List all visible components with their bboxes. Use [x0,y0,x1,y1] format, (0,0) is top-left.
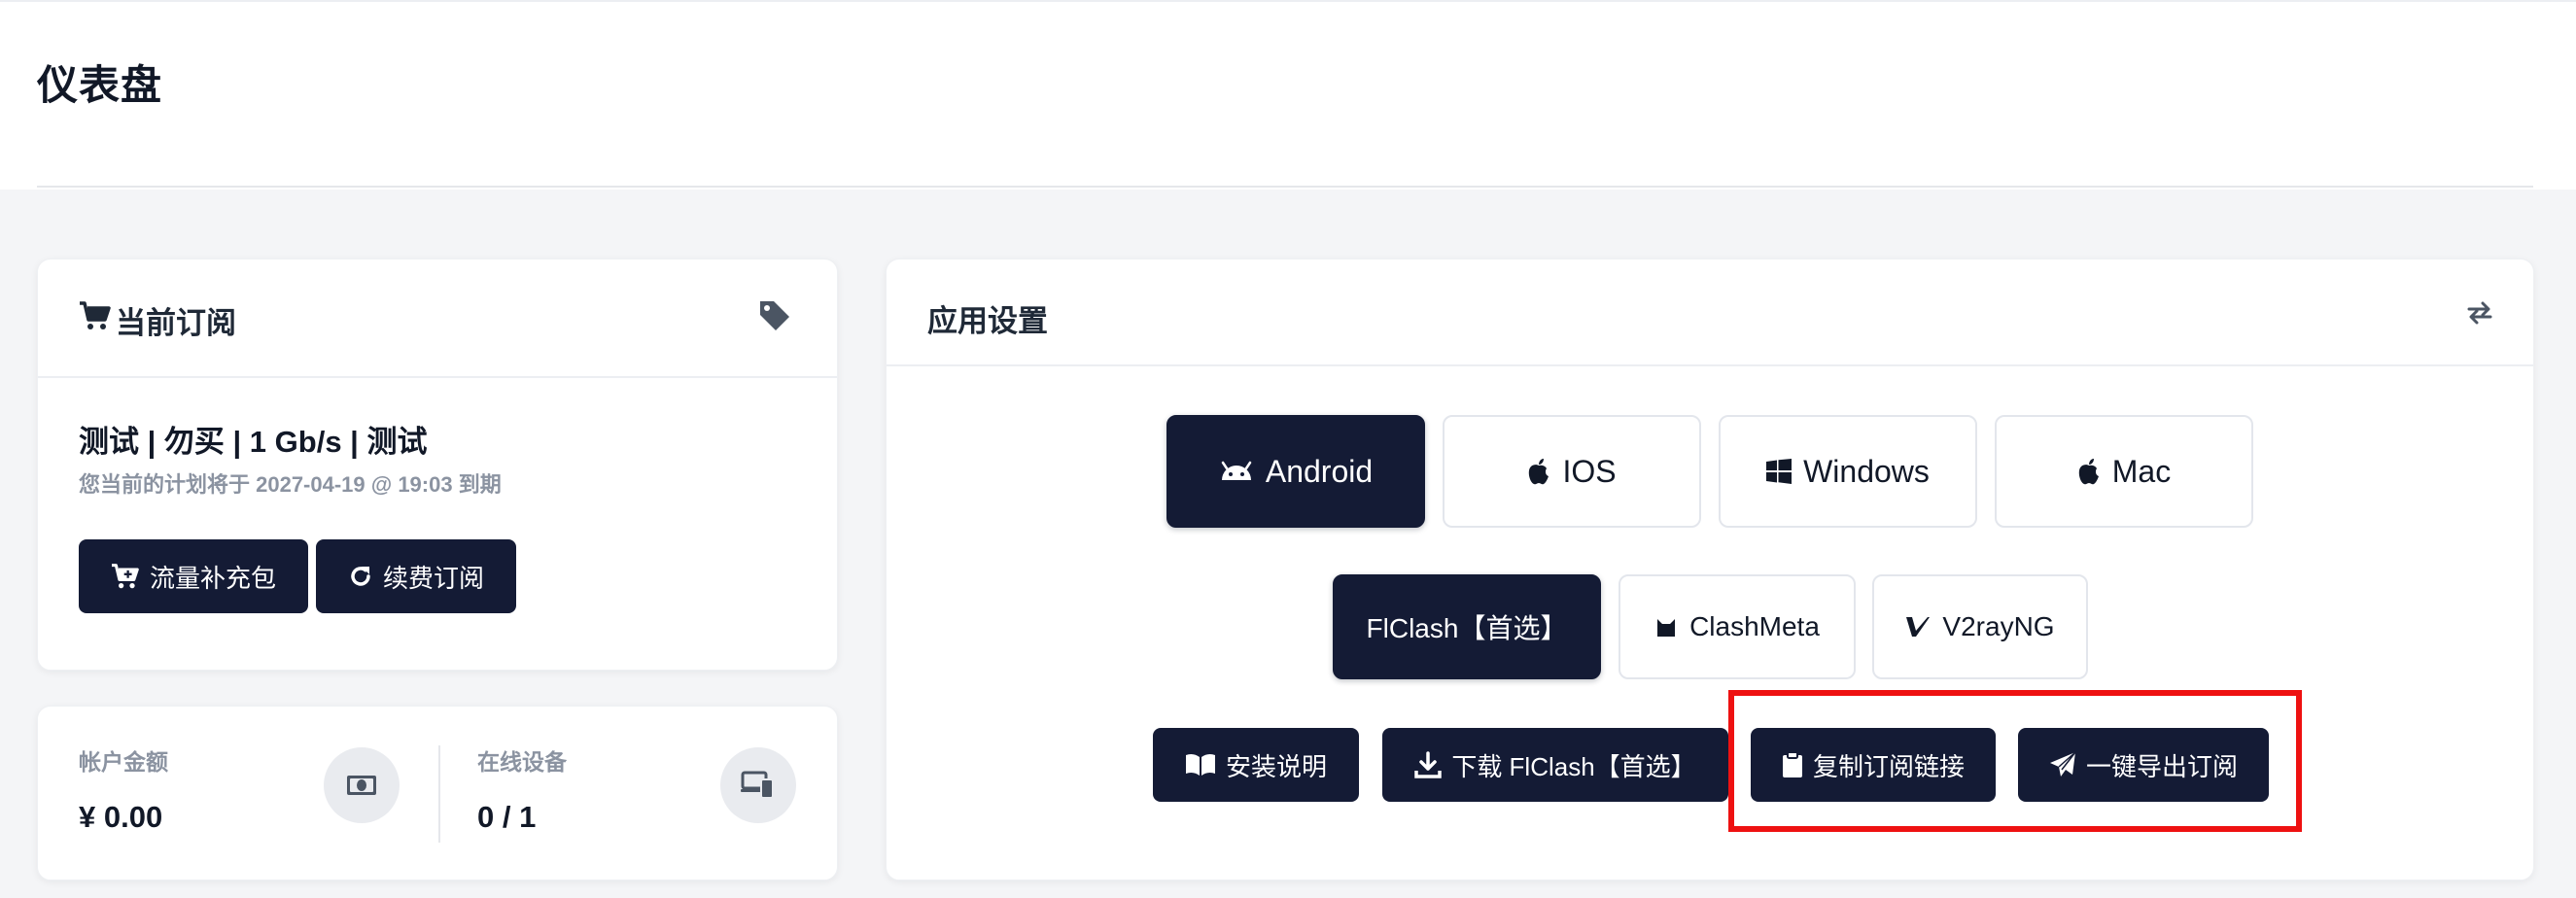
cart-icon [80,301,111,329]
client-v2rayng[interactable]: V2rayNG [1872,574,2088,679]
app-settings-title: 应用设置 [927,304,1048,338]
client-v2rayng-label: V2rayNG [1942,611,2055,641]
highlight-box [1728,690,2302,832]
tab-ios-label: IOS [1562,453,1617,489]
download-client-label: 下载 FlClash【首选】 [1451,751,1696,781]
current-subscription-card: 当前订阅 测试 | 勿买 | 1 Gb/s | 测试 您当前的计划将于 2027… [37,259,838,671]
plan-expire-text: 您当前的计划将于 2027-04-19 @ 19:03 到期 [79,472,502,497]
stats-divider [438,745,440,843]
windows-icon [1766,459,1793,484]
cat-icon [1657,619,1676,637]
android-icon [1221,461,1252,480]
app-settings-header: 应用设置 [887,259,2533,366]
tab-ios[interactable]: IOS [1443,415,1701,528]
cart-plus-icon [111,564,139,589]
renew-label: 续费订阅 [382,563,484,593]
balance-value: ¥ 0.00 [79,800,163,834]
traffic-pack-label: 流量补充包 [149,563,276,593]
tab-windows-label: Windows [1803,453,1930,489]
money-icon-badge [324,747,400,823]
plan-name: 测试 | 勿买 | 1 Gb/s | 测试 [79,425,428,459]
tag-icon[interactable] [757,298,792,333]
refresh-icon [351,567,370,586]
install-guide-button[interactable]: 安装说明 [1153,728,1359,802]
header-band [0,0,2576,190]
tab-android-label: Android [1265,453,1374,489]
book-open-icon [1185,753,1215,776]
title-divider [37,186,2533,188]
tab-windows[interactable]: Windows [1719,415,1977,528]
balance-label: 帐户金额 [79,749,168,775]
renew-button[interactable]: 续费订阅 [316,539,516,613]
tab-mac-label: Mac [2111,453,2172,489]
tab-mac[interactable]: Mac [1995,415,2253,528]
tab-android[interactable]: Android [1166,415,1425,528]
sync-icon[interactable] [2465,298,2494,328]
install-guide-label: 安装说明 [1225,751,1327,781]
traffic-pack-button[interactable]: 流量补充包 [79,539,308,613]
devices-label: 在线设备 [477,749,567,775]
account-stats-card: 帐户金额 ¥ 0.00 在线设备 0 / 1 [37,706,838,881]
download-client-button[interactable]: 下载 FlClash【首选】 [1382,728,1728,802]
page-title: 仪表盘 [37,62,163,108]
subscription-card-header: 当前订阅 [38,259,837,378]
money-icon [347,776,376,795]
top-border [0,0,2576,2]
devices-value: 0 / 1 [477,800,537,834]
devices-icon [741,771,774,799]
apple-icon [1529,459,1549,485]
subscription-card-title: 当前订阅 [116,306,236,340]
client-flclash-label: FlClash【首选】 [1366,613,1568,643]
client-clashmeta-label: ClashMeta [1689,611,1820,641]
client-flclash[interactable]: FlClash【首选】 [1333,574,1601,679]
v-logo-icon [1906,617,1931,637]
apple-icon [2078,459,2099,485]
client-clashmeta[interactable]: ClashMeta [1619,574,1856,679]
download-icon [1414,751,1443,778]
devices-icon-badge [720,747,796,823]
